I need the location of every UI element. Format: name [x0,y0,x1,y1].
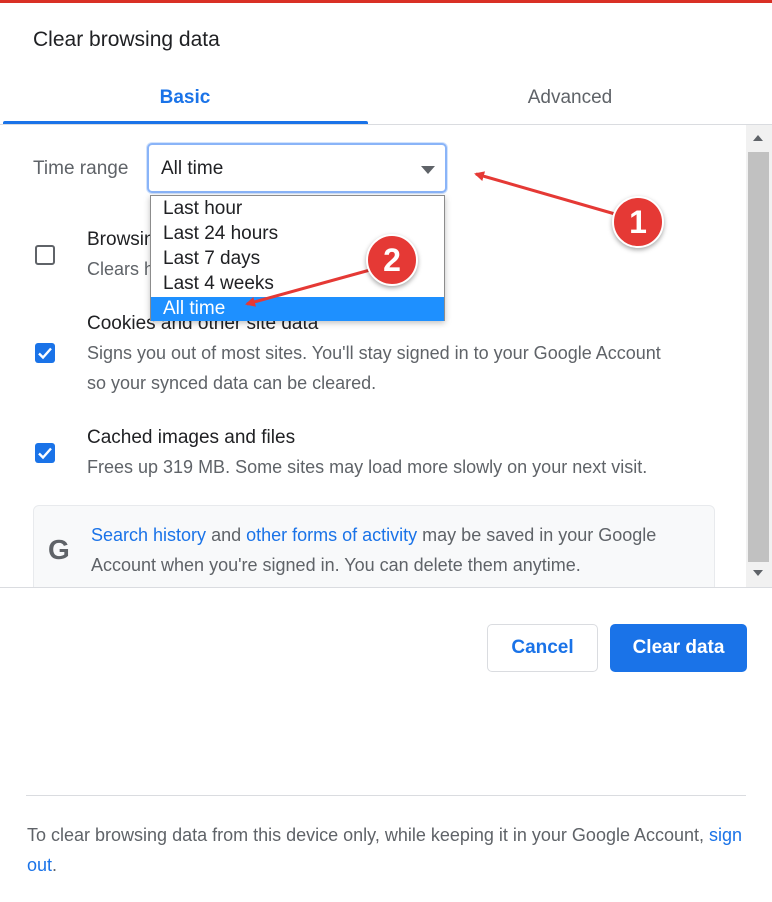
tab-basic[interactable]: Basic [0,84,370,112]
clear-data-button[interactable]: Clear data [610,624,747,672]
browsing-history-checkbox[interactable] [35,245,55,265]
other-activity-link[interactable]: other forms of activity [246,525,417,545]
option-last-hour[interactable]: Last hour [151,197,444,221]
google-activity-info-text: Search history and other forms of activi… [91,525,657,575]
google-g-icon: G [48,534,70,565]
checkmark-icon [38,447,52,460]
scroll-up-icon[interactable] [753,135,763,141]
tab-divider [0,124,772,125]
cached-images-description: Frees up 319 MB. Some sites may load mor… [87,457,648,477]
sign-out-notice: To clear browsing data from this device … [27,825,743,875]
scrollbar-thumb[interactable] [748,152,769,562]
footer-divider [0,587,772,588]
search-history-link[interactable]: Search history [91,525,206,545]
browsing-history-title: Browsin [87,229,155,250]
bottom-divider [26,795,746,796]
option-all-time[interactable]: All time [151,297,444,321]
cached-images-title: Cached images and files [87,427,296,448]
cookies-description-line2: so your synced data can be cleared. [87,373,377,393]
dialog-title: Clear browsing data [33,28,220,51]
tab-advanced[interactable]: Advanced [370,84,770,112]
time-range-label: Time range [33,158,129,179]
annotation-badge-2: 2 [366,234,418,286]
checkmark-icon [38,347,52,360]
scroll-down-icon[interactable] [753,570,763,576]
time-range-selected-value: All time [161,158,224,179]
annotation-badge-1: 1 [612,196,664,248]
cookies-description-line1: Signs you out of most sites. You'll stay… [87,343,661,363]
cached-images-checkbox[interactable] [35,443,55,463]
cancel-button[interactable]: Cancel [487,624,598,672]
time-range-select[interactable]: All time [147,143,447,193]
browsing-history-description: Clears h [87,259,155,279]
blank-card [26,697,444,779]
dropdown-arrow-icon [421,166,435,174]
cookies-checkbox[interactable] [35,343,55,363]
